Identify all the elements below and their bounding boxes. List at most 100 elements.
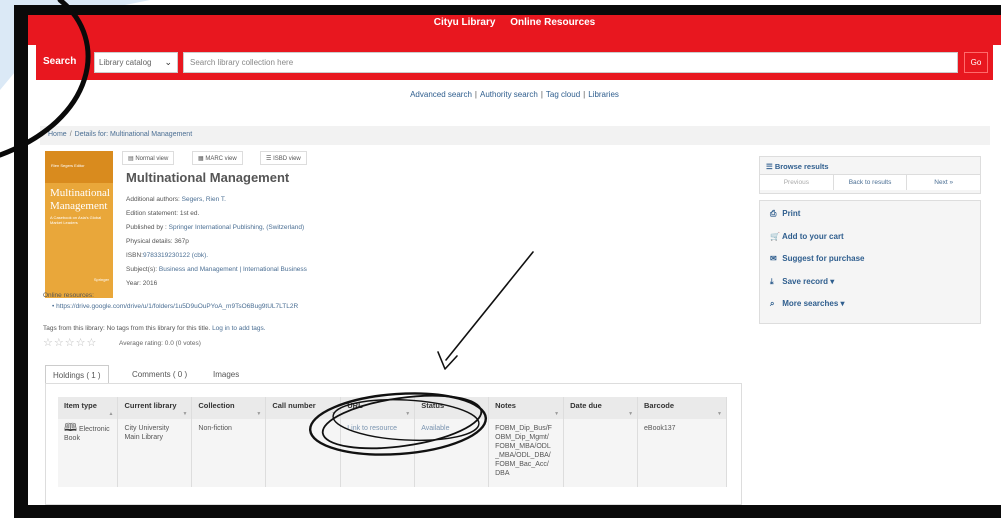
print-action[interactable]: ⎙ Print — [770, 209, 970, 232]
search-scope-select[interactable]: Library catalog ⌄ — [94, 52, 178, 73]
record-title: Multinational Management — [126, 170, 290, 185]
library-line1: City University — [124, 425, 170, 432]
record-physical: Physical details: 367p — [126, 238, 189, 245]
search-icon: ⌕ — [770, 299, 775, 308]
save-label: Save record — [782, 276, 829, 286]
online-resources-link[interactable]: Online Resources — [510, 17, 595, 28]
col-item-type[interactable]: Item type ▲ — [58, 397, 119, 419]
cover-subtitle: A Casebook on Asia's Global Market Leade… — [50, 215, 102, 225]
isbn-value: 9783319230122 (cbk). — [142, 252, 209, 259]
tab-marc-view-label: MARC view — [205, 156, 237, 162]
opac-page: Cityu Library Online Resources Search Li… — [28, 15, 1001, 505]
marc-icon: ▦ — [198, 156, 204, 162]
book-cover: Rien Segers Editor Multinational Manageme… — [45, 151, 113, 298]
author-link[interactable]: Segers, Rien T. — [182, 196, 226, 203]
online-resource-url: https://drive.google.com/drive/u/1/folde… — [56, 303, 299, 310]
online-resource-link[interactable]: • https://drive.google.com/drive/u/1/fol… — [52, 303, 298, 310]
cell-barcode: eBook137 — [637, 419, 727, 487]
col-current-library[interactable]: Current library ▼ — [117, 397, 193, 419]
tags-text: Tags from this library: No tags from thi… — [43, 325, 211, 332]
libraries-link[interactable]: Libraries — [588, 90, 619, 99]
notes-line4: _MBA/ODL_DBA/ — [495, 452, 551, 459]
col-barcode[interactable]: Barcode ▼ — [637, 397, 727, 419]
cell-date-due — [563, 419, 639, 487]
col-notes[interactable]: Notes ▼ — [488, 397, 565, 419]
screenshot-stage: Cityu Library Online Resources Search Li… — [0, 0, 1001, 518]
subjects-links[interactable]: Business and Management | International … — [159, 266, 307, 273]
next-button[interactable]: Next » — [907, 175, 981, 190]
sort-icon: ▲ — [108, 411, 114, 417]
published-label: Published by : — [126, 224, 167, 231]
breadcrumb-home[interactable]: Home — [48, 131, 67, 138]
sort-icon: ▼ — [331, 411, 337, 417]
browse-results-box: ☰ Browse results Previous Back to result… — [759, 156, 981, 194]
authority-search-link[interactable]: Authority search — [480, 90, 538, 99]
isbn-label: ISBN: — [126, 252, 143, 259]
record-actions: ⎙ Print 🛒 Add to your cart ✉ Suggest for… — [759, 200, 981, 324]
annotation-frame-bottom — [14, 505, 1001, 518]
list-icon: ☰ — [766, 162, 773, 171]
rating-stars[interactable]: ☆☆☆☆☆ — [43, 336, 97, 349]
col-url-label: URL — [347, 401, 363, 410]
tab-isbd-view[interactable]: ☰ ISBD view — [260, 151, 307, 165]
chevron-down-icon: ⌄ — [164, 57, 172, 67]
library-line2: Main Library — [124, 434, 163, 441]
previous-button[interactable]: Previous — [760, 175, 834, 190]
printer-icon: ⎙ — [770, 209, 777, 218]
add-to-cart-action[interactable]: 🛒 Add to your cart — [770, 232, 970, 255]
more-searches-action[interactable]: ⌕ More searches ▾ — [770, 299, 970, 322]
browse-nav: Previous Back to results Next » — [760, 174, 981, 190]
bullet-icon: • — [52, 303, 55, 310]
cell-current-library: City University Main Library — [117, 419, 193, 487]
browse-results-title[interactable]: ☰ Browse results — [760, 157, 980, 174]
search-bar: Search Library catalog ⌄ Search library … — [36, 45, 993, 80]
tab-holdings[interactable]: Holdings ( 1 ) — [45, 365, 109, 384]
cart-label: Add to your cart — [781, 231, 844, 241]
average-rating: Average rating: 0.0 (0 votes) — [119, 340, 201, 347]
save-record-action[interactable]: ⤓ Save record ▾ — [770, 277, 970, 300]
tab-marc-view[interactable]: ▦ MARC view — [192, 151, 243, 165]
notes-line2: OBM_Dip_Mgmt/ — [495, 434, 549, 441]
more-searches-label: More searches — [782, 299, 839, 308]
cell-notes: FOBM_Dip_Bus/F OBM_Dip_Mgmt/FOBM_MBA/ODL _… — [488, 419, 565, 487]
tab-normal-view-label: Normal view — [135, 156, 169, 162]
record-authors: Additional authors: Segers, Rien T. — [126, 196, 226, 203]
col-date-due[interactable]: Date due ▼ — [563, 397, 639, 419]
publisher-link[interactable]: Springer International Publishing, (Swit… — [169, 224, 305, 231]
search-input[interactable]: Search library collection here — [183, 52, 958, 73]
annotation-frame-top — [14, 5, 1001, 15]
cover-publisher: Springer — [93, 277, 109, 282]
subjects-label: Subject(s): — [126, 266, 158, 273]
tab-images[interactable]: Images — [206, 365, 246, 384]
col-collection[interactable]: Collection ▼ — [191, 397, 267, 419]
cell-call-number — [265, 419, 342, 487]
advanced-search-link[interactable]: Advanced search — [410, 90, 472, 99]
tab-comments[interactable]: Comments ( 0 ) — [125, 365, 194, 384]
sort-icon: ▼ — [405, 411, 411, 417]
library-name-link[interactable]: Cityu Library — [434, 17, 496, 28]
caret-down-icon: ▾ — [840, 299, 845, 308]
ebook-icon: 🕮 — [64, 422, 77, 434]
search-label: Search — [43, 56, 77, 67]
holdings-table: Item type ▲ Current library ▼ Collection ▼ … — [58, 397, 727, 487]
record-subjects: Subject(s): Business and Management | In… — [126, 266, 307, 273]
breadcrumb-current[interactable]: Details for: Multinational Management — [75, 131, 193, 138]
back-to-results-button[interactable]: Back to results — [833, 175, 908, 190]
col-url[interactable]: URL ▼ — [340, 397, 416, 419]
col-call-number[interactable]: Call number ▼ — [265, 397, 342, 419]
suggest-purchase-action[interactable]: ✉ Suggest for purchase — [770, 254, 970, 277]
search-go-button[interactable]: Go — [964, 52, 988, 73]
record-isbn: ISBN:9783319230122 (cbk). — [126, 252, 208, 259]
tab-normal-view[interactable]: ▤ Normal view — [122, 151, 175, 165]
tag-cloud-link[interactable]: Tag cloud — [546, 90, 580, 99]
cell-url: Link to resource — [340, 419, 416, 487]
link-to-resource[interactable]: Link to resource — [347, 425, 397, 432]
search-links: Advanced search | Authority search | Tag clo… — [410, 90, 619, 99]
download-icon: ⤓ — [770, 276, 774, 286]
col-date-due-label: Date due — [570, 401, 602, 410]
search-scope-value: Library catalog — [99, 58, 152, 67]
col-status[interactable]: Status ▼ — [414, 397, 490, 419]
login-to-add-tags-link[interactable]: Log in to add tags. — [212, 325, 266, 332]
suggest-label: Suggest for purchase — [782, 254, 865, 263]
col-status-label: Status — [421, 401, 445, 410]
